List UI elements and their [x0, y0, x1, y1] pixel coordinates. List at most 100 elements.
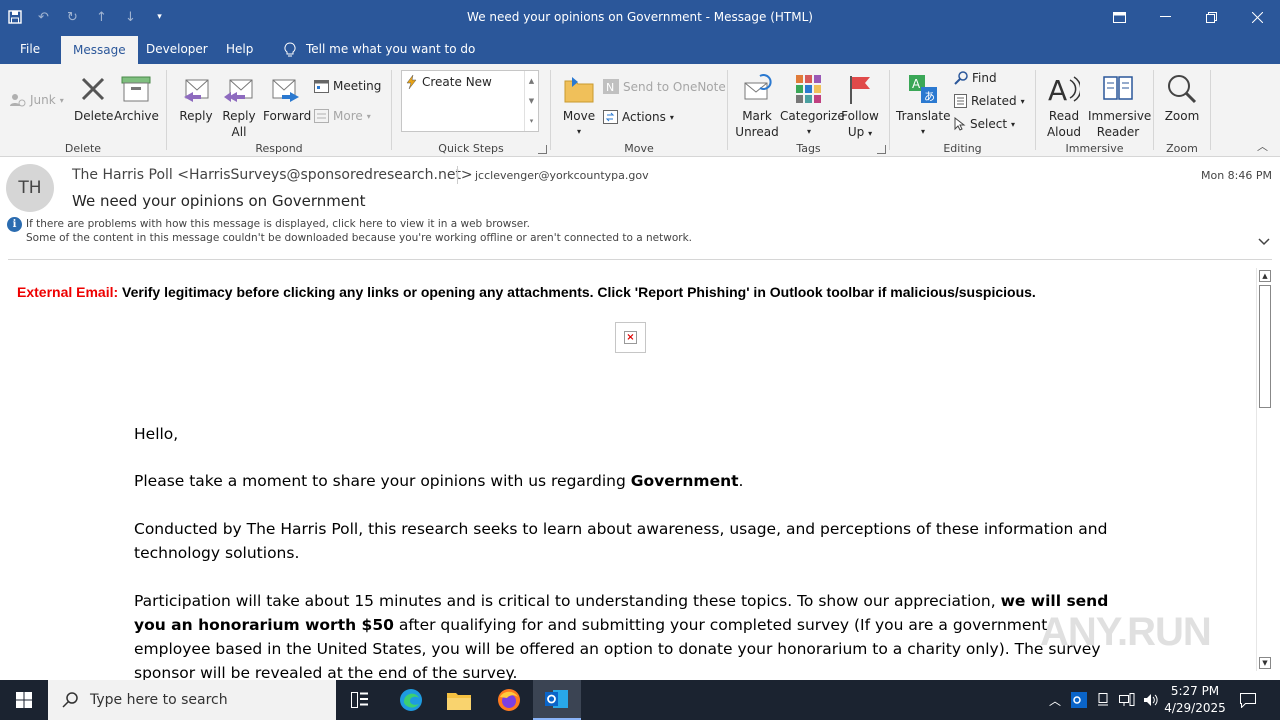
header-separator — [457, 166, 458, 184]
group-delete-label: Delete — [64, 142, 102, 155]
actions-button[interactable]: Actions ▾ — [603, 110, 674, 124]
move-button[interactable]: Move ▾ — [559, 70, 599, 140]
group-move-label: Move — [624, 142, 654, 155]
quick-access-toolbar: ↶ ↻ ↑ ↓ ▾ — [0, 0, 174, 34]
ribbon-display-icon[interactable] — [1096, 0, 1142, 34]
volume-icon[interactable] — [1140, 680, 1162, 720]
subject: We need your opinions on Government — [72, 192, 366, 210]
forward-icon — [272, 79, 299, 102]
collapse-ribbon-icon[interactable]: ︿ — [1257, 138, 1268, 154]
clock-date: 4/29/2025 — [1164, 701, 1226, 715]
related-button[interactable]: Related ▾ — [954, 94, 1025, 108]
restore-icon[interactable] — [1188, 0, 1234, 34]
info-view-in-browser[interactable]: If there are problems with how this mess… — [26, 218, 530, 230]
windows-start-icon[interactable] — [0, 680, 48, 720]
recipient[interactable]: jcclevenger@yorkcountypa.gov — [475, 169, 649, 182]
follow-up-button[interactable]: Follow Up ▾ — [838, 70, 882, 142]
info-offline-notice: Some of the content in this message coul… — [26, 232, 692, 244]
external-email-label: External Email: — [17, 284, 119, 300]
down-arrow-icon[interactable]: ↓ — [116, 0, 145, 34]
scroll-down-icon[interactable]: ▼ — [1259, 657, 1271, 669]
reply-button[interactable]: Reply — [177, 70, 215, 124]
more-respond-button[interactable]: More ▾ — [314, 109, 371, 123]
title-bar: ↶ ↻ ↑ ↓ ▾ We need your opinions on Gover… — [0, 0, 1280, 34]
meeting-icon — [314, 80, 329, 93]
avatar[interactable]: TH — [6, 164, 54, 212]
outlook-tray-icon[interactable] — [1068, 680, 1090, 720]
ribbon-tabs: File Message Developer Help Tell me what… — [0, 34, 1280, 64]
group-immersive: A Read Aloud Immersive Reader Immersive — [1036, 64, 1153, 157]
quick-steps-launcher-icon[interactable] — [538, 145, 547, 154]
up-arrow-icon[interactable]: ↑ — [87, 0, 116, 34]
group-zoom: Zoom Zoom — [1154, 64, 1210, 157]
select-button[interactable]: Select ▾ — [954, 117, 1015, 131]
immersive-reader-icon — [1103, 76, 1133, 100]
search-icon — [62, 692, 78, 708]
tray-overflow-icon[interactable]: ︿ — [1044, 680, 1066, 720]
network-icon[interactable] — [1116, 680, 1138, 720]
task-view-icon[interactable] — [336, 680, 384, 720]
categorize-icon — [796, 75, 821, 103]
firefox-icon[interactable] — [485, 680, 533, 720]
tell-me-label: Tell me what you want to do — [306, 42, 476, 56]
sender[interactable]: The Harris Poll <HarrisSurveys@sponsored… — [72, 167, 473, 183]
notifications-icon[interactable] — [1234, 680, 1262, 720]
external-email-banner: External Email: Verify legitimacy before… — [17, 284, 1036, 300]
lightbulb-icon — [284, 41, 296, 56]
scroll-thumb[interactable] — [1259, 285, 1271, 408]
tab-developer[interactable]: Developer — [134, 34, 220, 64]
tab-file[interactable]: File — [8, 34, 52, 64]
send-to-onenote-button[interactable]: N Send to OneNote — [603, 79, 726, 94]
window-controls — [1096, 0, 1280, 34]
find-button[interactable]: Find — [954, 71, 997, 85]
redo-icon[interactable]: ↻ — [58, 0, 87, 34]
vertical-scrollbar[interactable]: ▲ ▼ — [1256, 268, 1273, 671]
save-icon[interactable] — [0, 0, 29, 34]
mark-unread-button[interactable]: Mark Unread — [734, 70, 780, 140]
immersive-reader-button[interactable]: Immersive Reader — [1088, 70, 1151, 140]
tab-help[interactable]: Help — [214, 34, 265, 64]
flag-icon — [850, 76, 870, 104]
categorize-button[interactable]: Categorize ▾ — [780, 70, 845, 140]
magnifier-icon — [1168, 75, 1197, 104]
group-tags: Mark Unread Categorize ▾ Follow Up ▾ Tag… — [728, 64, 889, 157]
quick-steps-gallery[interactable]: Create New ▲ ▼ ▾ — [401, 70, 539, 132]
mark-unread-icon — [744, 74, 772, 100]
onenote-icon: N — [603, 79, 619, 94]
forward-button[interactable]: Forward — [263, 70, 311, 124]
chevron-down-icon[interactable] — [1258, 235, 1270, 250]
group-zoom-label: Zoom — [1166, 142, 1198, 155]
tab-message[interactable]: Message — [61, 36, 138, 64]
taskbar-search[interactable]: Type here to search — [48, 680, 336, 720]
outlook-taskbar-icon[interactable] — [533, 680, 581, 720]
edge-icon[interactable] — [387, 680, 435, 720]
read-aloud-button[interactable]: A Read Aloud — [1042, 70, 1086, 140]
tell-me-search[interactable]: Tell me what you want to do — [272, 34, 487, 64]
minimize-icon[interactable] — [1142, 0, 1188, 34]
svg-text:あ: あ — [924, 90, 935, 103]
undo-icon[interactable]: ↶ — [29, 0, 58, 34]
create-new-quick-step[interactable]: Create New — [406, 75, 492, 89]
group-editing-label: Editing — [943, 142, 982, 155]
translate-button[interactable]: Aあ Translate ▾ — [896, 70, 951, 140]
device-tray-icon[interactable] — [1092, 680, 1114, 720]
junk-button[interactable]: Junk ▾ — [10, 93, 64, 107]
customize-icon[interactable]: ▾ — [145, 0, 174, 34]
close-icon[interactable] — [1234, 0, 1280, 34]
window-title: We need your opinions on Government - Me… — [467, 10, 813, 24]
clock[interactable]: 5:27 PM 4/29/2025 — [1160, 683, 1230, 717]
reply-all-button[interactable]: Reply All — [219, 70, 259, 140]
quick-steps-scroll[interactable]: ▲ ▼ ▾ — [524, 71, 538, 131]
scroll-up-icon[interactable]: ▲ — [1259, 270, 1271, 282]
delete-button[interactable]: Delete — [74, 70, 113, 124]
group-immersive-label: Immersive — [1065, 142, 1124, 155]
file-explorer-icon[interactable] — [435, 680, 483, 720]
clock-time: 5:27 PM — [1170, 684, 1220, 698]
tags-launcher-icon[interactable] — [877, 145, 886, 154]
watermark-logo: ANY.RUN — [1040, 610, 1212, 654]
archive-button[interactable]: Archive — [114, 70, 159, 124]
group-tags-label: Tags — [796, 142, 821, 155]
zoom-button[interactable]: Zoom — [1162, 70, 1202, 124]
meeting-button[interactable]: Meeting — [314, 79, 381, 93]
search-placeholder: Type here to search — [90, 692, 228, 708]
